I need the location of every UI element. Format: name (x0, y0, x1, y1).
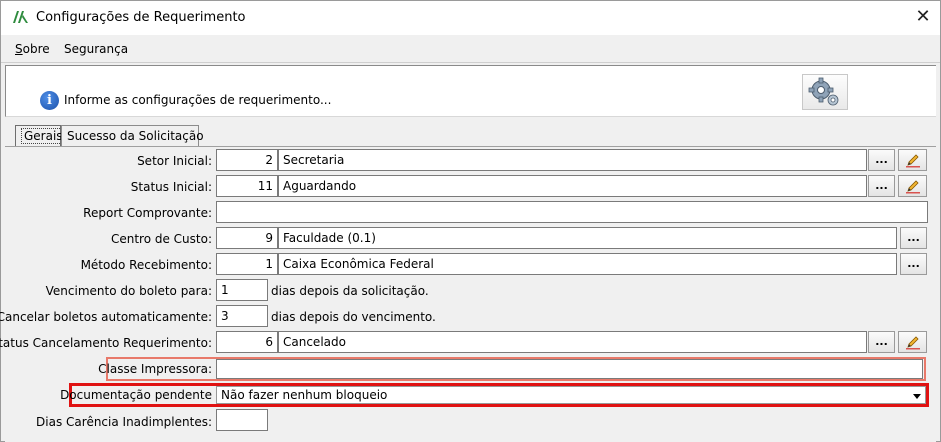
metodo-recebimento-code-field[interactable]: 1 (216, 253, 278, 275)
cancelar-boletos-field[interactable]: 3 (216, 305, 268, 327)
settings-gear-button[interactable] (802, 74, 848, 110)
gear-icon (808, 77, 839, 106)
setor-inicial-edit-button[interactable] (898, 149, 927, 171)
centro-custo-search-button[interactable]: ... (900, 227, 927, 249)
vencimento-boleto-suffix: dias depois da solicitação. (271, 284, 429, 298)
dias-carencia-label: Dias Carência Inadimplentes: (36, 415, 212, 429)
pencil-icon (906, 336, 920, 350)
status-cancelamento-label: Status Cancelamento Requerimento: (0, 336, 212, 350)
vencimento-boleto-label: Vencimento do boleto para: (45, 284, 212, 298)
close-icon[interactable]: ✕ (913, 7, 933, 27)
info-icon: i (40, 91, 59, 110)
status-inicial-code-field[interactable]: 11 (216, 175, 278, 197)
status-inicial-name-field[interactable]: Aguardando (278, 175, 867, 197)
app-logo-icon (13, 11, 28, 23)
status-cancelamento-search-button[interactable]: ... (868, 331, 895, 353)
tab-gerais-label: Gerais (21, 128, 66, 144)
setor-inicial-search-button[interactable]: ... (868, 149, 895, 171)
vencimento-boleto-field[interactable]: 1 (216, 279, 268, 301)
metodo-recebimento-search-button[interactable]: ... (900, 253, 927, 275)
centro-custo-code-field[interactable]: 9 (216, 227, 278, 249)
centro-custo-label: Centro de Custo: (110, 232, 212, 246)
menu-item-sobre-mnemonic: S (15, 42, 23, 56)
dias-carencia-field[interactable] (216, 409, 268, 431)
status-cancelamento-name-field[interactable]: Cancelado (278, 331, 867, 353)
report-comprovante-label: Report Comprovante: (83, 206, 212, 220)
header-panel: i Informe as configurações de requerimen… (5, 65, 936, 117)
status-inicial-search-button[interactable]: ... (868, 175, 895, 197)
title-bar: Configurações de Requerimento ✕ (1, 1, 940, 35)
setor-inicial-code-field[interactable]: 2 (216, 149, 278, 171)
setor-inicial-label: Setor Inicial: (137, 154, 212, 168)
cancelar-boletos-suffix: dias depois do vencimento. (271, 310, 436, 324)
header-info-text: Informe as configurações de requerimento… (64, 93, 332, 107)
setor-inicial-name-field[interactable]: Secretaria (278, 149, 867, 171)
classe-impressora-label: Classe Impressora: (98, 362, 212, 376)
report-comprovante-field[interactable] (216, 201, 928, 223)
classe-impressora-field[interactable] (216, 359, 923, 379)
status-cancelamento-code-field[interactable]: 6 (216, 331, 278, 353)
metodo-recebimento-label: Método Recebimento: (80, 258, 212, 272)
status-cancelamento-edit-button[interactable] (898, 331, 927, 353)
menu-item-sobre[interactable]: Sobre (15, 42, 50, 56)
documentacao-pendente-label: Documentação pendente (60, 388, 212, 402)
tab-sucesso-solicitacao[interactable]: Sucesso da Solicitação (61, 125, 204, 147)
centro-custo-name-field[interactable]: Faculdade (0.1) (278, 227, 897, 249)
dropdown-arrow-icon[interactable] (913, 394, 921, 399)
menu-item-sobre-label: obre (22, 42, 50, 56)
documentacao-pendente-select[interactable]: Não fazer nenhum bloqueio (216, 386, 926, 404)
pencil-icon (906, 154, 920, 168)
documentacao-pendente-value: Não fazer nenhum bloqueio (221, 388, 388, 402)
menu-bar: Sobre Segurança (1, 35, 940, 63)
status-inicial-edit-button[interactable] (898, 175, 927, 197)
tab-gerais[interactable]: Gerais (15, 125, 66, 147)
menu-item-seguranca[interactable]: Segurança (64, 42, 128, 56)
pencil-icon (906, 180, 920, 194)
window-title: Configurações de Requerimento (36, 10, 246, 25)
metodo-recebimento-name-field[interactable]: Caixa Econômica Federal (278, 253, 897, 275)
status-inicial-label: Status Inicial: (130, 180, 212, 194)
config-window: Configurações de Requerimento ✕ Sobre Se… (0, 0, 941, 442)
cancelar-boletos-label: Cancelar boletos automaticamente: (0, 310, 212, 324)
